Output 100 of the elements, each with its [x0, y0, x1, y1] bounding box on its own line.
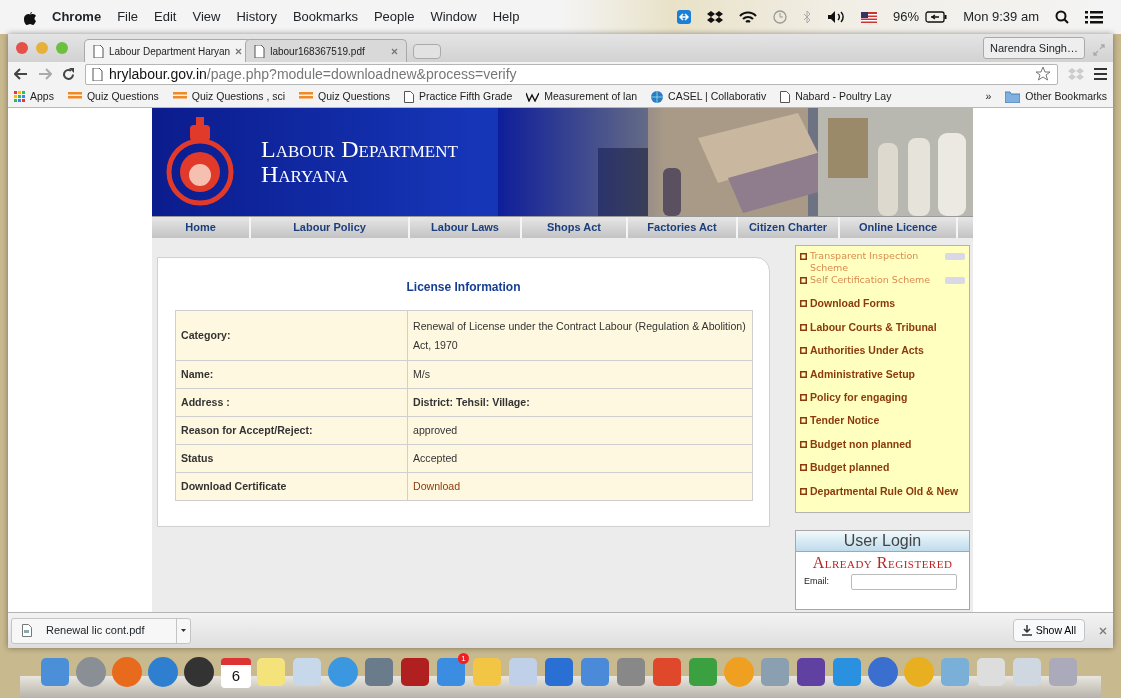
email-field[interactable]	[851, 573, 957, 590]
back-icon[interactable]	[14, 68, 28, 80]
field-value: District: Tehsil: Village:	[407, 388, 753, 417]
nav-link[interactable]: Labour Policy	[251, 217, 410, 238]
menu-item[interactable]: People	[373, 7, 415, 27]
login-heading: Already Registered	[811, 552, 954, 573]
show-all-button[interactable]: Show All	[1012, 618, 1085, 643]
profile-button[interactable]: Narendra Singh…	[982, 36, 1085, 59]
menubar-clock[interactable]: Mon 9:39 am	[963, 7, 1039, 27]
bars-icon	[67, 92, 82, 101]
sidebar-link[interactable]: Labour Courts & Tribunal	[810, 320, 937, 333]
bars-icon	[299, 92, 314, 101]
sidebar-link[interactable]: Download Forms	[810, 297, 896, 310]
bookmark[interactable]: Measurement of lan	[526, 88, 638, 105]
list-icon[interactable]	[1085, 10, 1103, 24]
sidebar-link[interactable]: Administrative Setup	[810, 367, 916, 380]
page-icon	[92, 67, 103, 81]
other-bookmarks-folder[interactable]: Other Bookmarks	[1005, 88, 1107, 105]
menu-item[interactable]: Bookmarks	[292, 7, 358, 27]
nav-link[interactable]: Shops Act	[522, 217, 628, 238]
nav-link[interactable]: Factories Act	[628, 217, 738, 238]
dropbox-icon[interactable]	[707, 10, 724, 24]
bookmark[interactable]: Quiz Questions	[299, 88, 390, 105]
menu-item[interactable]: Edit	[154, 7, 177, 27]
menu-item[interactable]: File	[117, 7, 139, 27]
download-item[interactable]: Renewal lic cont.pdf	[11, 617, 191, 644]
page-icon	[780, 90, 791, 103]
remote-app-icon[interactable]	[677, 10, 692, 24]
menu-item[interactable]: View	[192, 7, 221, 27]
fullscreen-icon[interactable]	[1093, 44, 1105, 56]
sidebar-link[interactable]: Departmental Rule Old & New	[810, 484, 959, 497]
close-icon[interactable]	[235, 47, 243, 55]
bullet-icon	[800, 323, 807, 331]
bullet-icon	[800, 417, 807, 425]
bullet-icon	[800, 440, 807, 448]
nav-link[interactable]: Citizen Charter	[738, 217, 840, 238]
app-menu[interactable]: Chrome	[52, 7, 102, 27]
bookmark[interactable]: CASEL | Collaborativ	[651, 88, 767, 105]
field-label: Name:	[175, 360, 408, 389]
field-label: Status	[175, 444, 408, 473]
page-icon	[403, 90, 414, 103]
download-icon	[1021, 625, 1032, 636]
volume-icon[interactable]	[827, 10, 846, 24]
bookmark[interactable]: Nabard - Poultry Lay	[780, 88, 892, 105]
field-label: Download Certificate	[175, 472, 408, 501]
page-icon	[254, 44, 266, 58]
bookmark[interactable]: Quiz Questions	[67, 88, 159, 105]
sidebar-link[interactable]: Budget planned	[810, 461, 890, 474]
menu-item[interactable]: Window	[430, 7, 477, 27]
bluetooth-icon[interactable]	[803, 10, 812, 24]
minimize-window-button[interactable]	[36, 42, 48, 54]
field-value: M/s	[407, 360, 753, 389]
menu-icon[interactable]	[1094, 68, 1107, 80]
zoom-window-button[interactable]	[56, 42, 68, 54]
close-icon[interactable]	[1099, 626, 1107, 635]
menu-item[interactable]: History	[236, 7, 277, 27]
nav-link[interactable]: Home	[152, 217, 251, 238]
bars-icon	[172, 92, 187, 101]
close-icon[interactable]	[391, 47, 399, 55]
bullet-icon	[800, 253, 807, 260]
new-tab-button[interactable]	[413, 44, 442, 59]
tab-title: labour168367519.pdf	[270, 44, 366, 59]
search-icon[interactable]	[1055, 10, 1069, 24]
caret-icon	[181, 629, 186, 632]
new-badge-icon	[945, 277, 965, 284]
dropbox-extension-icon[interactable]	[1068, 67, 1084, 81]
bookmark[interactable]: Apps	[14, 88, 54, 105]
bookmark[interactable]: Practice Fifth Grade	[403, 88, 513, 105]
battery-icon[interactable]	[925, 11, 948, 23]
bookmarks-overflow-button[interactable]: »	[985, 88, 992, 105]
close-window-button[interactable]	[16, 42, 28, 54]
sidebar-link[interactable]: Policy for engaging	[810, 390, 908, 403]
bullet-icon	[800, 277, 807, 284]
field-value: Accepted	[407, 444, 753, 473]
field-value: approved	[407, 416, 753, 445]
calendar-icon[interactable]: 6	[221, 658, 251, 688]
forward-icon[interactable]	[38, 68, 52, 80]
download-link[interactable]: Download	[413, 480, 461, 492]
clock-icon[interactable]	[773, 10, 788, 24]
nav-link[interactable]: Online Licence	[840, 217, 958, 238]
flag-icon[interactable]	[861, 11, 878, 23]
sidebar-link[interactable]: Tender Notice	[810, 414, 880, 427]
site-title: Labour Department	[261, 137, 458, 162]
sidebar-link[interactable]: Authorities Under Acts	[810, 344, 924, 357]
field-value: Renewal of License under the Contract Labour (Regulation & Abolition) Act, 1970	[407, 310, 753, 361]
field-label: Reason for Accept/Reject:	[175, 416, 408, 445]
panel-title: License Information	[405, 279, 522, 296]
sidebar-link[interactable]: Budget non planned	[810, 437, 912, 450]
bookmark[interactable]: Quiz Questions , sci	[172, 88, 286, 105]
menu-item[interactable]: Help	[492, 7, 520, 27]
field-label: Category:	[175, 310, 408, 361]
tab-title: Labour Department Haryan	[109, 44, 231, 59]
apps-icon	[14, 91, 25, 102]
wifi-icon[interactable]	[739, 10, 758, 24]
bullet-icon	[800, 347, 807, 355]
apple-icon[interactable]	[22, 9, 36, 25]
address-bar[interactable]: hrylabour.gov.in/page.php?module=downloadnew&process=verify	[85, 63, 1058, 85]
reload-icon[interactable]	[62, 67, 75, 81]
browser-tab[interactable]: labour168367519.pdf	[245, 39, 408, 62]
nav-link[interactable]: Labour Laws	[410, 217, 522, 238]
